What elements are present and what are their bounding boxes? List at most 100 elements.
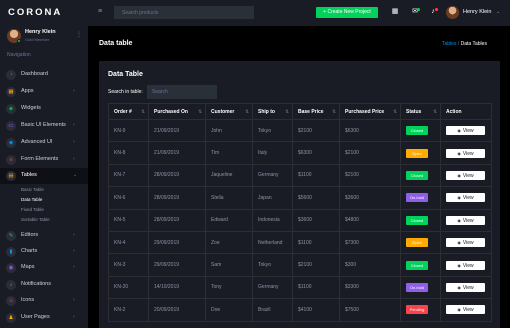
cell-customer: Jaqueline (205, 163, 253, 188)
cell-base: $4100 (292, 298, 340, 322)
cell-order: KN-6 (108, 186, 149, 210)
cell-order: KN-9 (108, 118, 149, 143)
sort-icon[interactable]: ⇅ (198, 109, 202, 115)
cell-ship: Tokyo (252, 253, 293, 277)
view-button[interactable]: ◉ View (446, 193, 485, 203)
sidebar-item-apps[interactable]: ▦ Apps › (0, 84, 88, 100)
status-badge: Open (406, 148, 428, 158)
create-project-button[interactable]: + Create New Project (316, 7, 378, 18)
sidebar-item-label: Form Elements (21, 156, 59, 162)
form-icon: ≡ (6, 155, 16, 165)
submenu-item-fixed-table[interactable]: Fixed Table (21, 207, 44, 212)
cell-action: ◉ View (440, 208, 492, 232)
widgets-icon: ◈ (6, 104, 16, 114)
submenu-item-data-table[interactable]: Data Table (21, 197, 42, 202)
sidebar-item-label: Charts (21, 248, 38, 254)
submenu-item-basic-table[interactable]: Basic Table (21, 187, 44, 192)
column-header-purchased-price[interactable]: Purchased Price ⇅ (339, 103, 401, 120)
submenu-item-sortable-table[interactable]: Sortable Table (21, 217, 50, 222)
user-icon: ♟ (6, 313, 16, 323)
cell-base: $1100 (292, 163, 340, 188)
breadcrumb-tables-link[interactable]: Tables (442, 41, 456, 47)
cell-date: 28/09/2019 (148, 163, 206, 188)
table-search-input[interactable] (147, 85, 217, 99)
sidebar-item-editors[interactable]: ✎ Editors › (0, 228, 88, 244)
sidebar-item-dashboard[interactable]: ◔ Dashboard (0, 67, 88, 83)
eye-icon: ◉ (457, 262, 461, 268)
cell-action: ◉ View (440, 275, 492, 300)
sidebar-item-label: Widgets (21, 105, 41, 111)
sort-icon[interactable]: ⇅ (393, 109, 397, 115)
cell-customer: Sam (205, 253, 253, 277)
column-header-purchased-on[interactable]: Purchased On ⇅ (148, 103, 206, 120)
status-badge: Closed (406, 215, 428, 225)
column-header-status[interactable]: Status ⇅ (400, 103, 441, 120)
sort-icon[interactable]: ⇅ (285, 109, 289, 115)
sidebar-item-charts[interactable]: ▮ Charts › (0, 244, 88, 260)
grid-icon[interactable]: ▦ (390, 7, 400, 17)
sidebar-item-widgets[interactable]: ◈ Widgets (0, 101, 88, 117)
security-icon: ◆ (6, 138, 16, 148)
sidebar-item-user-pages[interactable]: ♟ User Pages › (0, 310, 88, 326)
brand-logo[interactable]: CORONA (8, 7, 62, 18)
chevron-right-icon: › (73, 264, 75, 270)
column-header-order[interactable]: Order # ⇅ (108, 103, 149, 120)
sidebar-item-form-elements[interactable]: ≡ Form Elements › (0, 152, 88, 168)
eye-icon: ◉ (457, 128, 461, 134)
sidebar-item-label: Basic UI Elements (21, 122, 66, 128)
sidebar-item-tables[interactable]: ▤ Tables ⌄ (0, 168, 88, 184)
table-row: KN-5 28/09/2019 Edward Indonesia $3600 $4800 C… (108, 208, 492, 232)
view-button[interactable]: ◉ View (446, 148, 485, 158)
cell-date: 29/09/2019 (148, 230, 206, 255)
cell-base: $5600 (292, 186, 340, 210)
view-button[interactable]: ◉ View (446, 260, 485, 270)
view-button[interactable]: ◉ View (446, 305, 485, 315)
sidebar-item-icons[interactable]: ☺ Icons › (0, 293, 88, 309)
sidebar-item-advanced-ui[interactable]: ◆ Advanced UI › (0, 135, 88, 151)
search-input[interactable] (114, 6, 254, 19)
status-badge: Closed (406, 126, 428, 136)
sort-icon[interactable]: ⇅ (245, 109, 249, 115)
cell-order: KN-20 (108, 275, 149, 300)
table-icon: ▤ (6, 171, 16, 181)
table-search-label: Search in table: (108, 89, 143, 95)
chevron-down-icon[interactable]: ⌄ (496, 9, 500, 15)
sort-icon[interactable]: ⇅ (433, 109, 437, 115)
chevron-down-icon: ⌄ (73, 172, 78, 178)
profile-role: Gold Member (25, 37, 50, 42)
chevron-right-icon: › (73, 297, 75, 303)
sort-icon[interactable]: ⇅ (141, 109, 145, 115)
column-header-ship-to[interactable]: Ship to ⇅ (252, 103, 293, 120)
column-header-base-price[interactable]: Base Price ⇅ (292, 103, 340, 120)
status-badge: Closed (406, 170, 428, 180)
cell-base: $2100 (292, 253, 340, 277)
cell-action: ◉ View (440, 186, 492, 210)
cell-base: $3600 (292, 208, 340, 232)
sort-icon[interactable]: ⇅ (332, 109, 336, 115)
view-button[interactable]: ◉ View (446, 215, 485, 225)
map-icon: ◉ (6, 263, 16, 273)
cell-purchased: $300 (339, 253, 401, 277)
sidebar-item-notifications[interactable]: ♪ Notifications (0, 277, 88, 293)
table-row: KN-9 21/09/2019 John Tokyo $2100 $6300 Closed ◉… (108, 118, 492, 143)
view-button-label: View (462, 195, 474, 202)
eye-icon: ◉ (457, 240, 461, 246)
column-header-customer[interactable]: Customer ⇅ (205, 103, 253, 120)
view-button[interactable]: ◉ View (446, 238, 485, 248)
more-vertical-icon[interactable]: ⋮ (76, 31, 82, 38)
orders-table: Order # ⇅ Purchased On ⇅ Customer ⇅ Ship to ⇅ Ba… (108, 103, 492, 322)
cell-base: $1100 (292, 275, 340, 300)
table-row: KN-6 28/09/2019 Stella Japan $5600 $3600 On-ho… (108, 186, 492, 210)
view-button[interactable]: ◉ View (446, 170, 485, 180)
sidebar-item-maps[interactable]: ◉ Maps › (0, 260, 88, 276)
user-avatar[interactable] (446, 6, 459, 19)
view-button[interactable]: ◉ View (446, 282, 485, 292)
column-header-label: Action (446, 108, 462, 115)
cell-customer: Doe (205, 298, 253, 322)
column-header-action[interactable]: Action (440, 103, 492, 120)
cell-ship: Italy (252, 141, 293, 165)
user-name[interactable]: Henry Klein (463, 9, 491, 15)
menu-icon[interactable]: ≡ (98, 8, 102, 15)
view-button[interactable]: ◉ View (446, 126, 485, 136)
sidebar-item-basic-ui-elements[interactable]: ▭ Basic UI Elements › (0, 118, 88, 134)
